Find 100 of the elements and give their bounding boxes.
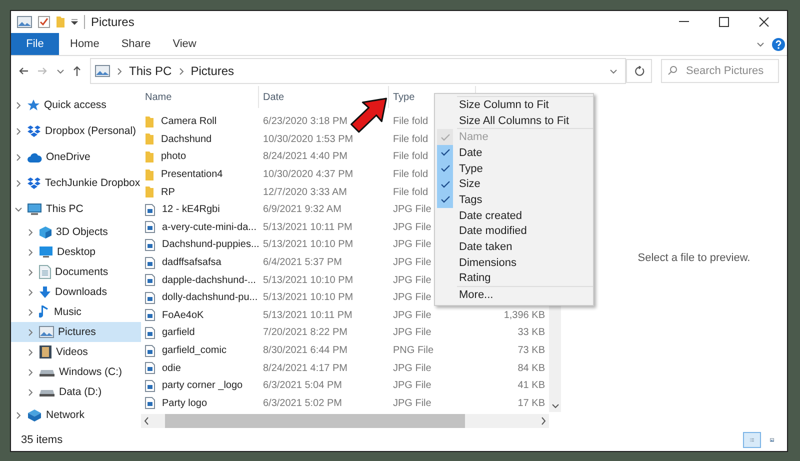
- file-name[interactable]: dadffsafsafsa: [141, 254, 259, 272]
- file-name[interactable]: Dachshund: [141, 130, 259, 148]
- expand-icon[interactable]: [27, 348, 35, 356]
- menu-item[interactable]: Date taken: [435, 239, 593, 255]
- horizontal-scrollbar[interactable]: [141, 414, 549, 428]
- file-name[interactable]: a-very-cute-mini-da...: [141, 218, 259, 236]
- menu-item[interactable]: Rating: [435, 270, 593, 286]
- nav-item[interactable]: Network: [11, 402, 141, 428]
- file-name[interactable]: odie: [141, 359, 259, 377]
- ribbon-tab[interactable]: View: [162, 33, 208, 55]
- search-field[interactable]: Search Pictures: [661, 59, 779, 83]
- nav-item[interactable]: Videos: [11, 342, 141, 362]
- maximize-icon[interactable]: [719, 17, 729, 27]
- size-cell-text: 73 KB: [516, 344, 546, 358]
- nav-item[interactable]: Desktop: [11, 242, 141, 262]
- folder-icon: [145, 168, 154, 181]
- size-cell-text: 84 KB: [516, 362, 546, 376]
- file-name[interactable]: 12 - kE4Rgbi: [141, 200, 259, 219]
- menu-item[interactable]: Date created: [435, 208, 593, 224]
- file-name[interactable]: photo: [141, 148, 259, 166]
- menu-item[interactable]: Date modified: [435, 224, 593, 240]
- expand-icon[interactable]: [15, 154, 23, 160]
- expand-icon[interactable]: [27, 328, 35, 336]
- dropdown-icon[interactable]: [610, 68, 617, 74]
- file-name[interactable]: dapple-dachshund-...: [141, 271, 259, 289]
- expand-ribbon-icon[interactable]: [757, 40, 764, 48]
- expand-icon[interactable]: [27, 228, 35, 236]
- minimize-icon[interactable]: [679, 21, 689, 23]
- nav-item[interactable]: OneDrive: [11, 144, 141, 170]
- column-header[interactable]: Name: [145, 92, 172, 102]
- date-cell-text: 6/4/2021 5:37 PM: [262, 256, 343, 270]
- close-icon[interactable]: [759, 17, 769, 27]
- address-field[interactable]: This PC Pictures: [90, 58, 626, 84]
- column-header[interactable]: Type: [393, 92, 415, 102]
- nav-item[interactable]: Downloads: [11, 282, 141, 302]
- menu-item[interactable]: Date: [435, 145, 593, 161]
- menu-item[interactable]: Size All Columns to Fit: [435, 112, 593, 128]
- collapse-icon[interactable]: [15, 206, 23, 212]
- refresh-icon[interactable]: [626, 59, 652, 83]
- date-cell-text: 6/9/2021 9:32 AM: [262, 203, 342, 218]
- type-cell: File fold: [393, 169, 428, 180]
- folder-icon: [145, 116, 154, 128]
- type-cell: JPG File: [393, 398, 432, 409]
- back-icon[interactable]: [19, 67, 29, 75]
- nav-item[interactable]: TechJunkie Dropbox: [11, 170, 141, 196]
- expand-icon[interactable]: [15, 128, 23, 134]
- breadcrumb[interactable]: This PC: [129, 64, 172, 78]
- expand-icon[interactable]: [27, 388, 35, 396]
- chevron-icon[interactable]: [116, 68, 123, 74]
- date-cell-text: 8/24/2021 4:40 PM: [262, 150, 349, 164]
- column-header[interactable]: Date: [263, 92, 284, 102]
- up-icon[interactable]: [73, 66, 81, 76]
- menu-item[interactable]: Tags: [435, 192, 593, 208]
- scroll-down-icon[interactable]: [552, 404, 558, 410]
- file-name[interactable]: Camera Roll: [141, 113, 259, 131]
- nav-item[interactable]: Dropbox (Personal): [11, 118, 141, 144]
- ribbon-tab[interactable]: Home: [59, 33, 110, 55]
- breadcrumb[interactable]: Pictures: [190, 64, 234, 78]
- nav-item[interactable]: Pictures: [11, 322, 141, 342]
- nav-item[interactable]: Data (D:): [11, 382, 141, 402]
- nav-item[interactable]: Quick access: [11, 92, 141, 118]
- recent-locations-icon[interactable]: [57, 68, 64, 74]
- expand-icon[interactable]: [15, 102, 23, 108]
- image-file-icon: [145, 221, 155, 234]
- type-cell: File fold: [393, 151, 428, 162]
- menu-item[interactable]: Size: [435, 176, 593, 192]
- file-name[interactable]: party corner _logo: [141, 376, 259, 394]
- checkbox-icon[interactable]: [38, 16, 50, 28]
- file-name[interactable]: garfield_comic: [141, 342, 259, 360]
- expand-icon[interactable]: [27, 288, 35, 296]
- dropdown-icon[interactable]: [71, 19, 78, 25]
- file-name[interactable]: Presentation4: [141, 166, 259, 184]
- expand-icon[interactable]: [15, 180, 23, 186]
- expand-icon[interactable]: [27, 248, 35, 256]
- menu-item[interactable]: Type: [435, 160, 593, 176]
- expand-icon[interactable]: [27, 368, 35, 376]
- nav-item[interactable]: Music: [11, 302, 141, 322]
- file-tab[interactable]: File: [11, 33, 59, 55]
- expand-icon[interactable]: [15, 412, 23, 418]
- expand-icon[interactable]: [27, 268, 35, 276]
- help-icon[interactable]: [772, 38, 785, 50]
- chevron-icon[interactable]: [178, 68, 185, 74]
- file-name[interactable]: garfield: [141, 324, 259, 342]
- file-name[interactable]: Party logo: [141, 394, 259, 412]
- file-name[interactable]: RP: [141, 183, 259, 201]
- menu-item[interactable]: Size Column to Fit: [435, 97, 593, 113]
- image-file-icon: [145, 274, 155, 286]
- expand-icon[interactable]: [27, 308, 35, 316]
- nav-item[interactable]: Documents: [11, 262, 141, 282]
- nav-item[interactable]: 3D Objects: [11, 222, 141, 242]
- file-name[interactable]: FoAe4oK: [141, 306, 259, 324]
- nav-item[interactable]: This PC: [11, 196, 141, 222]
- drive-icon: [39, 367, 55, 377]
- nav-item[interactable]: Windows (C:): [11, 362, 141, 382]
- ribbon-tab[interactable]: Share: [110, 33, 162, 55]
- menu-item[interactable]: More...: [435, 287, 593, 303]
- window-icon: [17, 16, 32, 28]
- file-name[interactable]: Dachshund-puppies...: [141, 236, 259, 254]
- menu-item[interactable]: Dimensions: [435, 254, 593, 271]
- file-name[interactable]: dolly-dachshund-pu...: [141, 288, 259, 307]
